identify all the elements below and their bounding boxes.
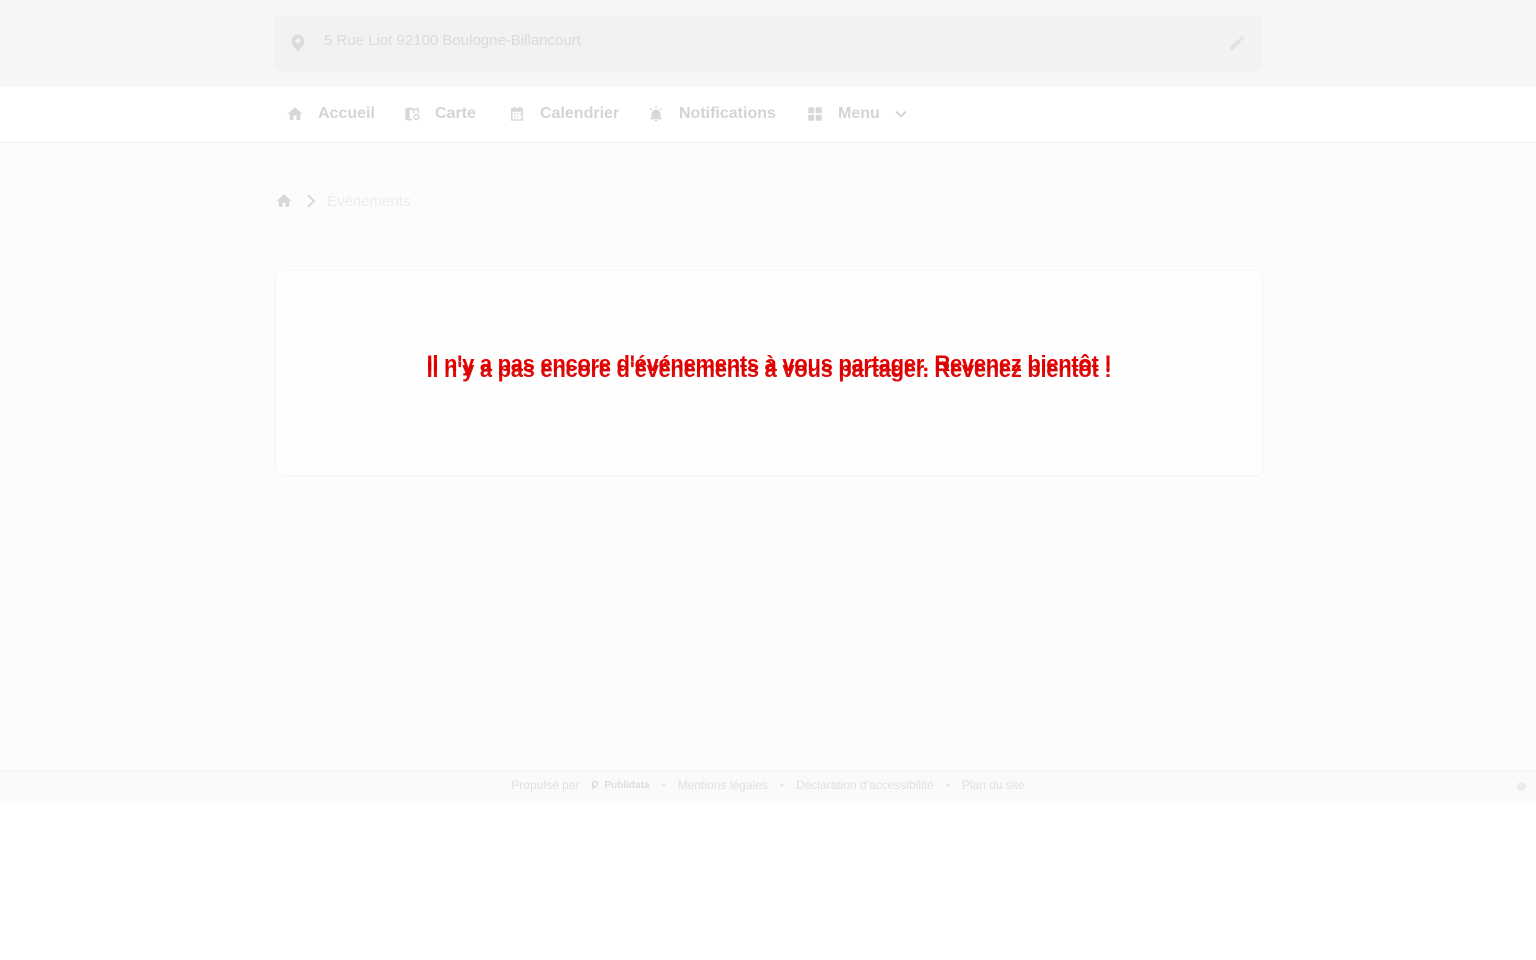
calendar-icon [511,106,523,121]
footer: Propulsé par Publidata • Mentions légale… [0,770,1536,803]
status-dot [1517,782,1526,791]
nav-label: Carte [435,105,476,122]
footer-link-sitemap[interactable]: Plan du site [962,778,1025,792]
location-pin-icon [291,34,305,52]
empty-state-message-shadow: Il n'y a pas encore d'événements à vous … [426,357,1112,382]
breadcrumb: Événements [275,190,410,212]
footer-link-accessibility[interactable]: Déclaration d'accessibilité [796,778,934,792]
nav-label: Notifications [679,105,776,122]
pencil-icon[interactable] [1228,34,1246,52]
top-bar: 5 Rue Liot 92100 Boulogne-Billancourt [0,0,1536,86]
chevron-right-icon [307,194,316,208]
chevron-down-icon [895,111,907,118]
app-container: 5 Rue Liot 92100 Boulogne-Billancourt Ac… [0,0,1536,803]
publidata-logo-icon [592,781,599,789]
events-card: Il n'y a pas encore d'événements à vous … [275,270,1263,476]
page: 5 Rue Liot 92100 Boulogne-Billancourt Ac… [0,0,1536,960]
nav-item-menu[interactable]: Menu [806,86,908,142]
nav-label: Accueil [318,105,375,122]
alarm-icon [649,105,662,122]
separator-dot: • [779,778,784,792]
grid-icon [808,107,822,121]
nav-item-carte[interactable]: Carte [403,86,476,142]
nav-item-calendrier[interactable]: Calendrier [508,86,619,142]
map-icon [405,107,420,121]
main-nav: Accueil Carte Calendrier Notifications M… [0,86,1536,143]
address-text: 5 Rue Liot 92100 Boulogne-Billancourt [324,32,581,49]
powered-by-label: Propulsé par [511,778,580,792]
nav-label: Menu [838,105,880,122]
separator-dot: • [661,778,666,792]
nav-label: Calendrier [540,105,620,122]
nav-item-accueil[interactable]: Accueil [286,86,375,142]
address-selector[interactable]: 5 Rue Liot 92100 Boulogne-Billancourt [274,15,1262,71]
brand-name: Publidata [604,779,650,791]
nav-item-notifications[interactable]: Notifications [647,86,776,142]
separator-dot: • [945,778,950,792]
footer-link-mentions[interactable]: Mentions légales [678,778,768,792]
home-icon[interactable] [275,192,293,210]
home-icon [287,107,303,120]
footer-links: Propulsé par Publidata • Mentions légale… [0,778,1536,792]
breadcrumb-current: Événements [327,192,411,210]
brand-link[interactable]: Publidata [591,780,649,791]
